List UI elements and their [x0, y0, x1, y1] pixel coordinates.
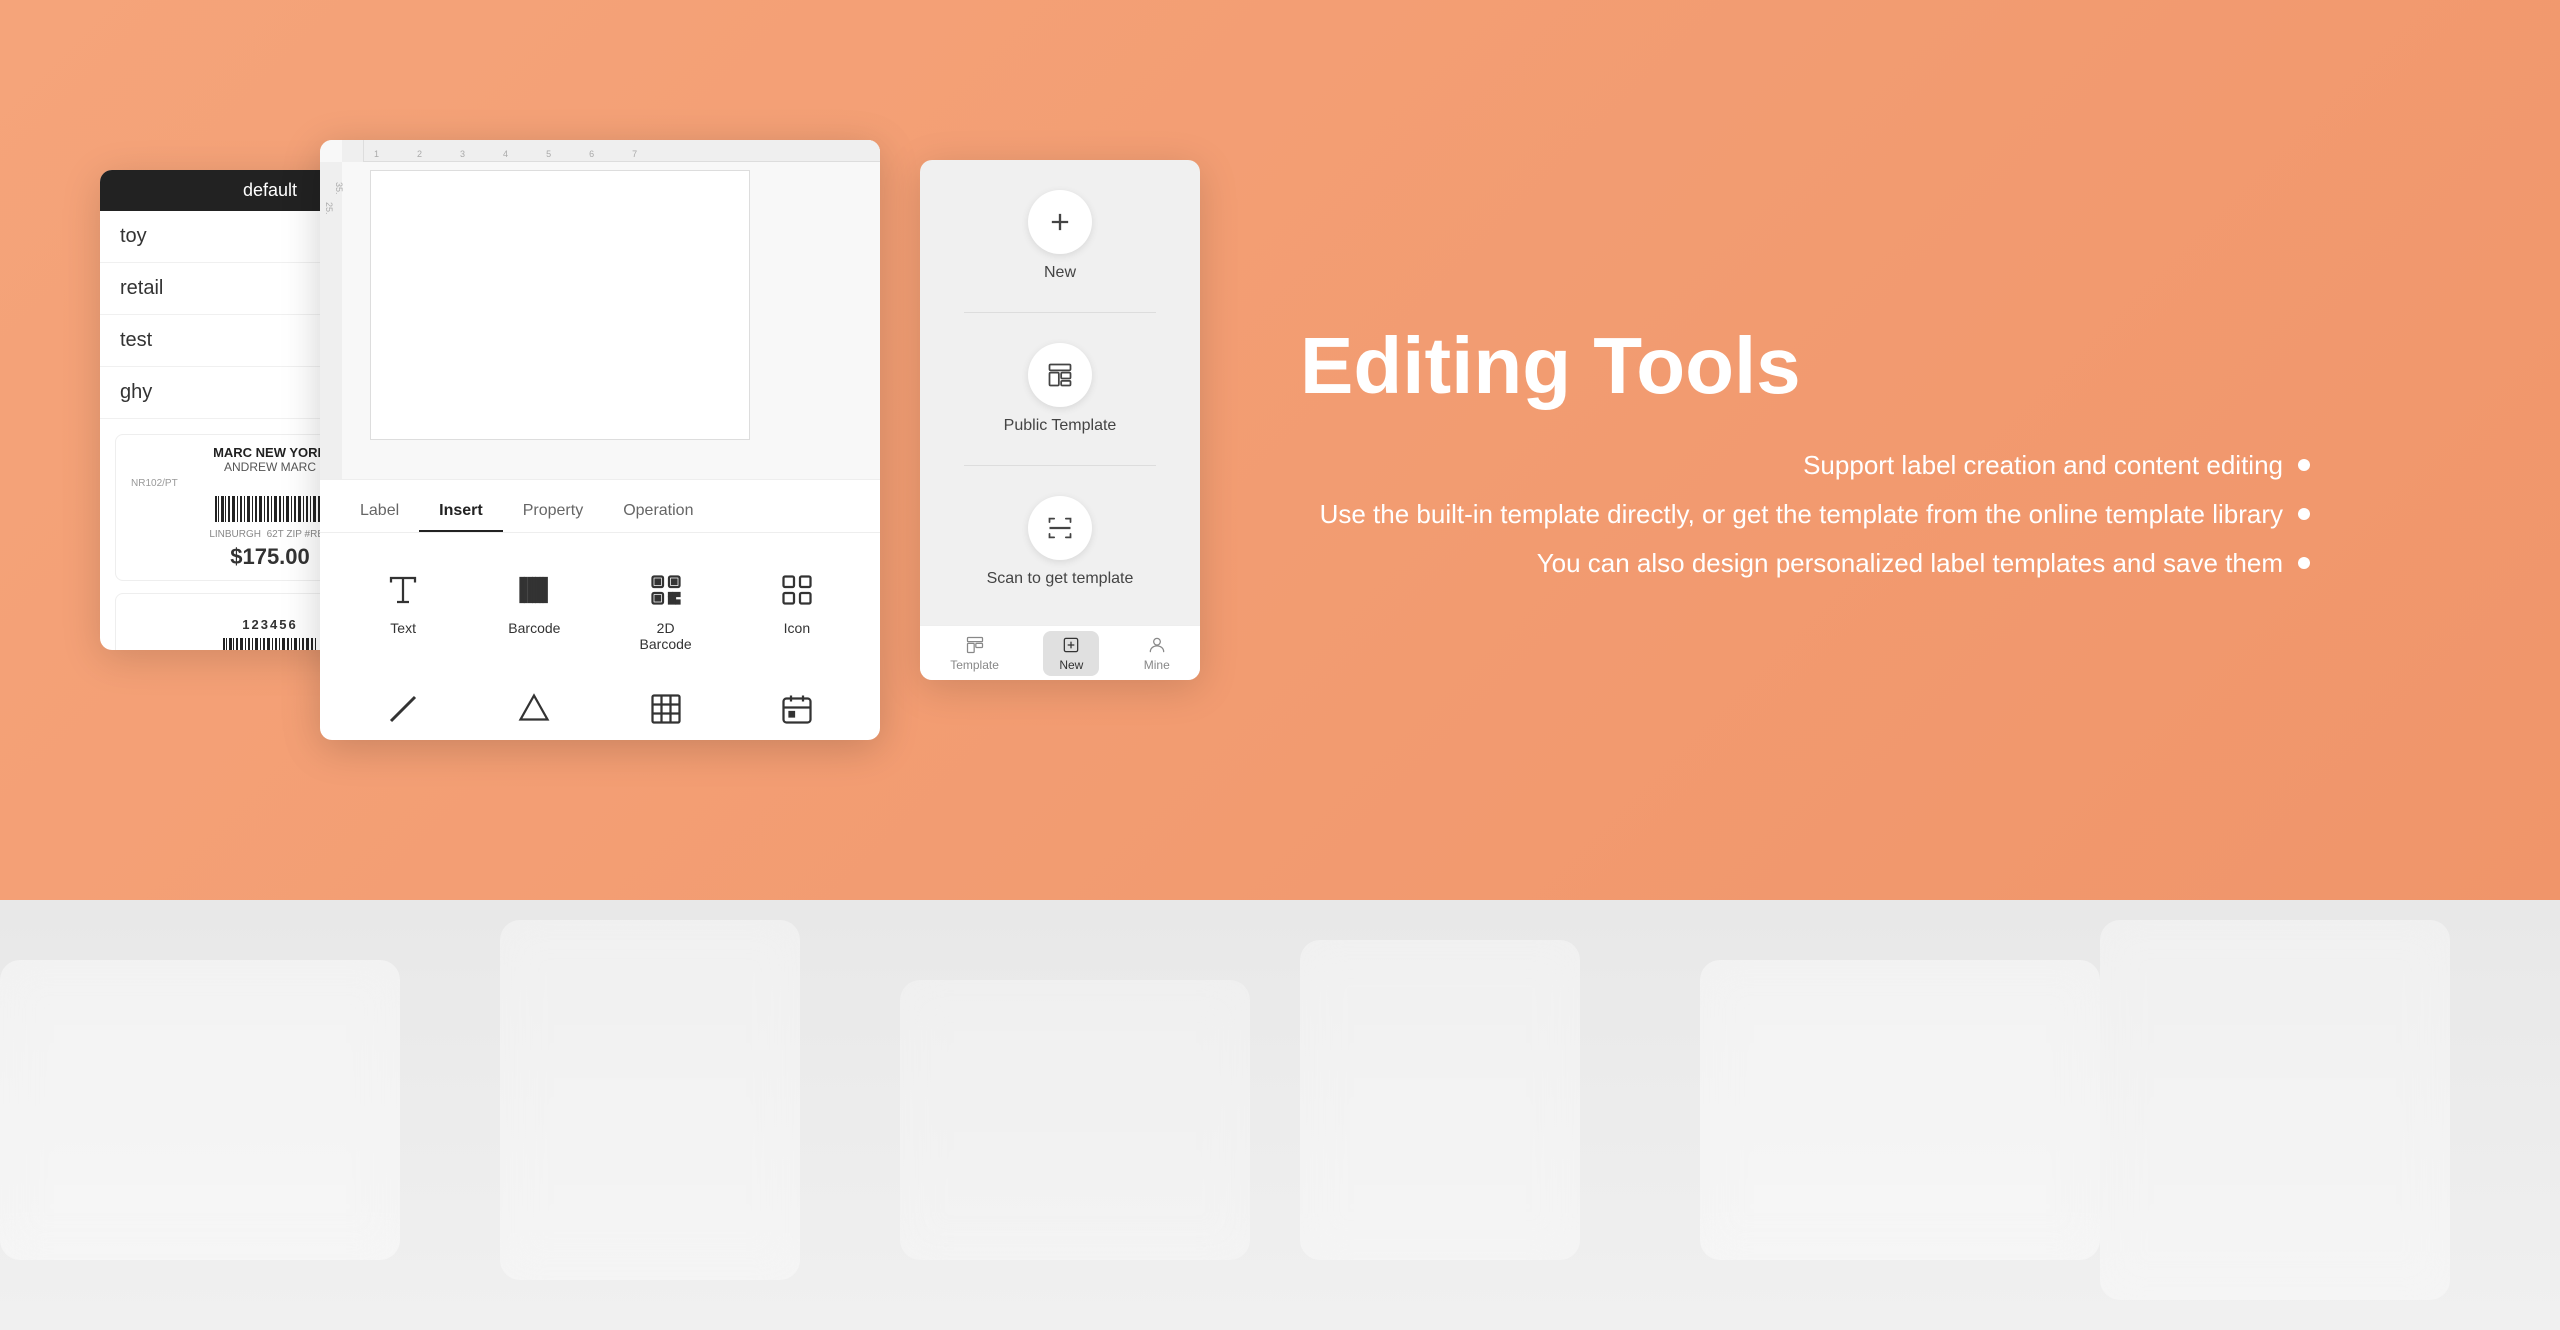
- tool-shape-label: Shape: [514, 739, 554, 740]
- tab-operation[interactable]: Operation: [603, 492, 713, 532]
- tab-label[interactable]: Label: [340, 492, 419, 532]
- nav-new-label: New: [1059, 658, 1083, 672]
- screenshots-container: default toy retail test ghy MARC NEW YOR…: [100, 140, 1200, 760]
- text-icon: [381, 568, 425, 612]
- feature-item-2: Use the built-in template directly, or g…: [1300, 499, 2310, 530]
- feature-list: Support label creation and content editi…: [1300, 450, 2310, 579]
- template-new[interactable]: New: [1028, 190, 1092, 282]
- tool-barcode-label: Barcode: [508, 620, 560, 636]
- blur-shape-4: [1300, 940, 1580, 1260]
- blur-shape-5: [1700, 960, 2100, 1260]
- public-template-circle: [1028, 343, 1092, 407]
- barcode-svg: /* barcode bars */: [210, 494, 330, 524]
- mine-nav-icon: [1147, 635, 1167, 655]
- bottom-nav: Template New Mine: [920, 625, 1200, 680]
- barcode-preview: 123456: [212, 609, 328, 650]
- bottom-section: [0, 900, 2560, 1330]
- table-icon: [644, 687, 688, 731]
- tool-text-label: Text: [390, 620, 416, 636]
- template-nav-icon: [965, 635, 985, 655]
- feature-text-2: Use the built-in template directly, or g…: [1320, 499, 2283, 530]
- panel-center: 1 2 3 4 5 6 7 35. 25.: [320, 140, 880, 740]
- feature-item-3: You can also design personalized label t…: [1300, 548, 2310, 579]
- line-icon: [381, 687, 425, 731]
- bullet-2: [2298, 508, 2310, 520]
- icon-icon: [775, 568, 819, 612]
- date-icon: [775, 687, 819, 731]
- blur-shape-1: [0, 960, 400, 1260]
- divider-1: [964, 312, 1156, 313]
- feature-text-1: Support label creation and content editi…: [1803, 450, 2283, 481]
- nav-template-label: Template: [950, 658, 999, 672]
- bullet-1: [2298, 459, 2310, 471]
- main-section: default toy retail test ghy MARC NEW YOR…: [0, 0, 2560, 900]
- scan-icon: [1046, 514, 1074, 542]
- blur-shapes: [0, 900, 2560, 1330]
- panel-right: New Public Template: [920, 160, 1200, 680]
- public-template-label: Public Template: [1004, 417, 1117, 435]
- canvas-workspace[interactable]: [370, 170, 750, 440]
- tab-insert[interactable]: Insert: [419, 492, 503, 532]
- tool-table[interactable]: Table: [603, 672, 729, 740]
- tabs-row: Label Insert Property Operation: [320, 480, 880, 533]
- tools-grid: Text Barco: [320, 533, 880, 740]
- tool-barcode[interactable]: Barcode: [471, 553, 597, 667]
- new-nav-icon: [1061, 635, 1081, 655]
- barcode-icon: [512, 568, 556, 612]
- text-content: Editing Tools Support label creation and…: [1200, 322, 2460, 579]
- tool-icon[interactable]: Icon: [734, 553, 860, 667]
- tool-text[interactable]: Text: [340, 553, 466, 667]
- barcode-number: 123456: [242, 617, 297, 632]
- nav-mine[interactable]: Mine: [1128, 631, 1186, 676]
- tool-date-label: Date: [782, 739, 812, 740]
- tool-line[interactable]: Line: [340, 672, 466, 740]
- shape-icon: [512, 687, 556, 731]
- ruler-horizontal: 1 2 3 4 5 6 7: [342, 140, 880, 162]
- template-public[interactable]: Public Template: [1004, 343, 1117, 435]
- blur-shape-6: [2100, 920, 2450, 1300]
- ruler-vertical: 35. 25.: [320, 162, 342, 479]
- ruler-marks-h: 1 2 3 4 5 6 7: [364, 140, 880, 162]
- tool-table-label: Table: [649, 739, 682, 740]
- divider-2: [964, 465, 1156, 466]
- blur-shape-3: [900, 980, 1250, 1260]
- 2d-barcode-icon: [644, 568, 688, 612]
- scan-label: Scan to get template: [987, 570, 1134, 588]
- tool-line-label: Line: [390, 739, 416, 740]
- nav-template[interactable]: Template: [934, 631, 1015, 676]
- tool-icon-label: Icon: [784, 620, 810, 636]
- template-scan[interactable]: Scan to get template: [987, 496, 1134, 588]
- tool-2d-barcode[interactable]: 2DBarcode: [603, 553, 729, 667]
- template-icon: [1046, 361, 1074, 389]
- tool-shape[interactable]: Shape: [471, 672, 597, 740]
- header-label: default: [243, 180, 297, 200]
- section-title: Editing Tools: [1300, 322, 2310, 410]
- nav-mine-label: Mine: [1144, 658, 1170, 672]
- tab-property[interactable]: Property: [503, 492, 603, 532]
- tool-2d-barcode-label: 2DBarcode: [640, 620, 692, 652]
- feature-text-3: You can also design personalized label t…: [1537, 548, 2283, 579]
- plus-icon: [1046, 208, 1074, 236]
- feature-item-1: Support label creation and content editi…: [1300, 450, 2310, 481]
- editor-canvas[interactable]: 1 2 3 4 5 6 7 35. 25.: [320, 140, 880, 480]
- new-circle: [1028, 190, 1092, 254]
- tool-date[interactable]: Date: [734, 672, 860, 740]
- bullet-3: [2298, 557, 2310, 569]
- blur-shape-2: [500, 920, 800, 1280]
- nr-label: NR102/PT: [131, 478, 178, 489]
- new-label: New: [1044, 264, 1076, 282]
- nav-new[interactable]: New: [1043, 631, 1099, 676]
- barcode-svg2: [220, 636, 320, 650]
- scan-circle: [1028, 496, 1092, 560]
